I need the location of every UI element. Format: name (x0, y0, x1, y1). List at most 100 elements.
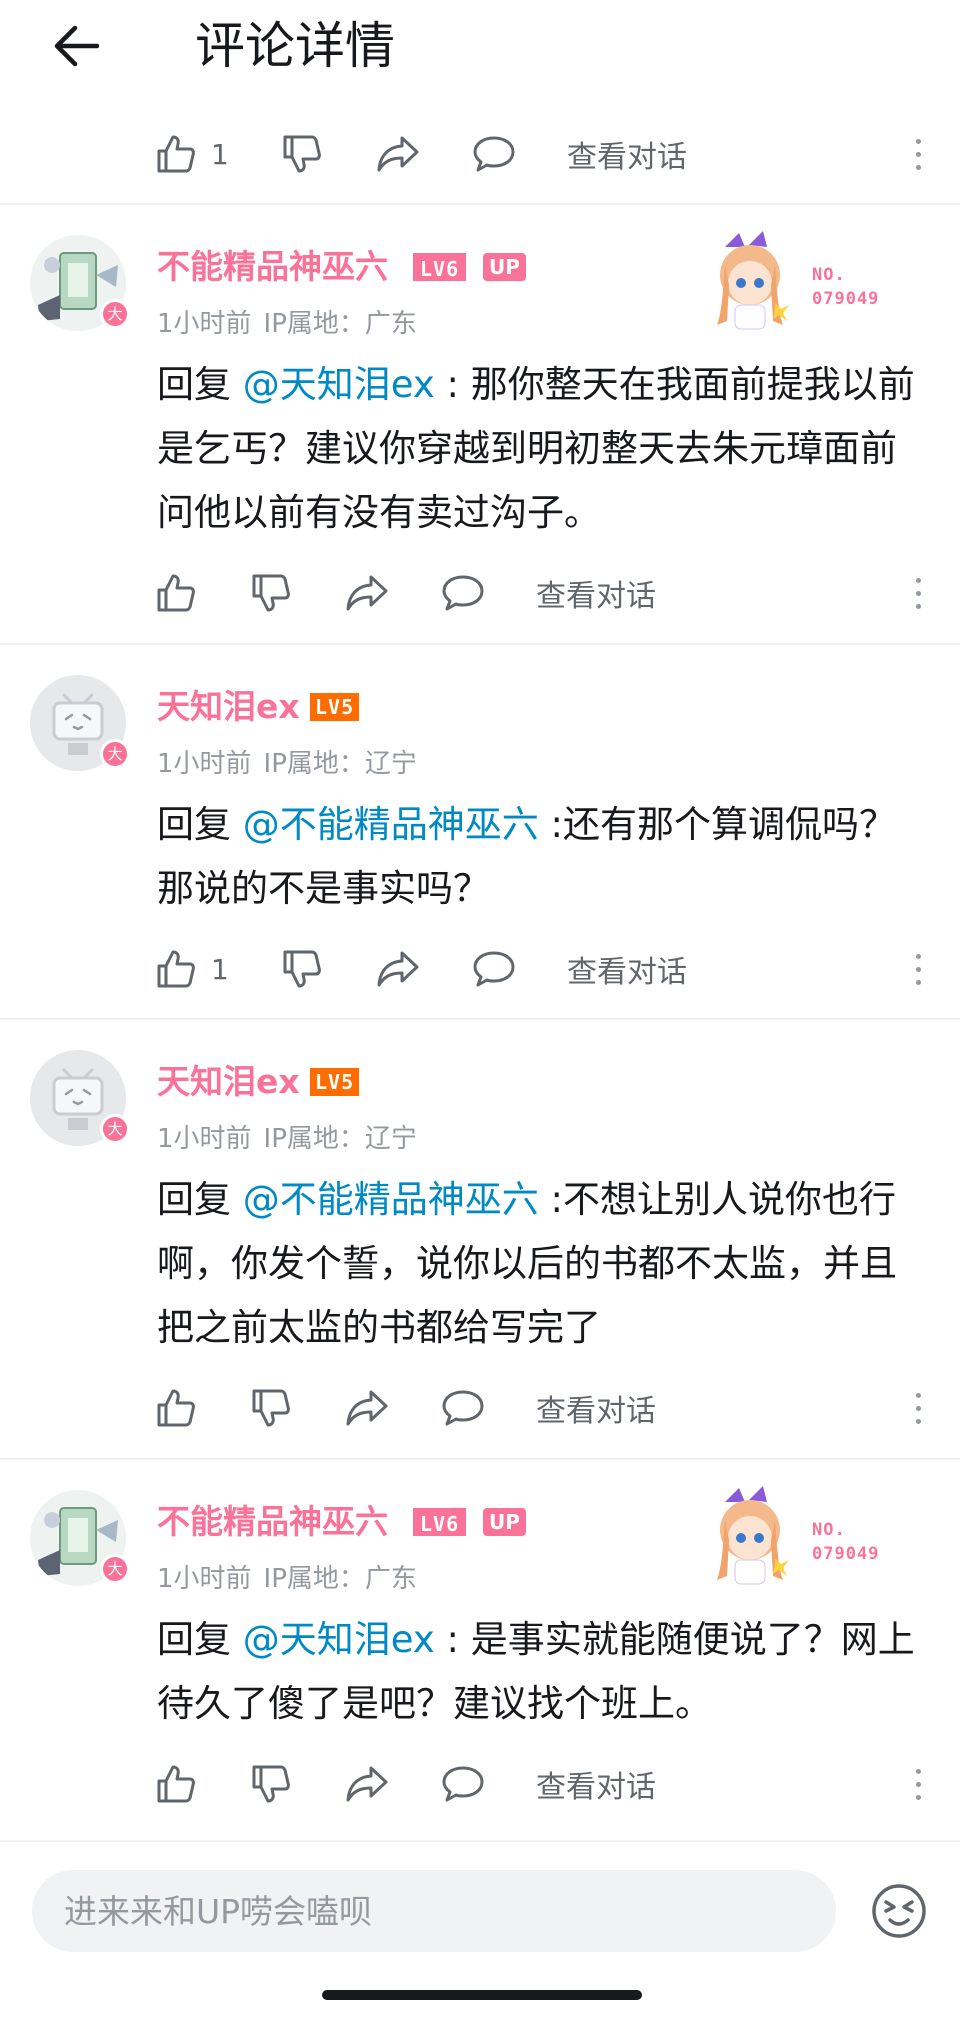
view-dialog-link[interactable]: 查看对话 (536, 1378, 656, 1438)
comment-bubble-icon (442, 575, 484, 611)
reply-button[interactable] (441, 1378, 485, 1438)
reply-button[interactable] (472, 124, 516, 184)
comment-meta: 1小时前 IP属地：广东 (157, 303, 429, 340)
dislike-button[interactable] (281, 939, 323, 999)
vip-badge: 大 (100, 299, 130, 329)
thumbs-up-icon (157, 135, 195, 173)
avatar[interactable]: 大 (30, 1050, 130, 1146)
thumbs-down-icon (283, 950, 321, 988)
thumbs-down-icon (283, 135, 321, 173)
reply-button[interactable] (441, 563, 485, 623)
vip-badge: 大 (100, 1554, 130, 1584)
timestamp: 1小时前 (157, 1124, 252, 1154)
ip-location: IP属地：广东 (263, 309, 417, 339)
more-dot (915, 979, 921, 985)
thumbs-down-icon (252, 1389, 290, 1427)
view-dialog-link[interactable]: 查看对话 (536, 1754, 656, 1814)
home-indicator[interactable] (322, 1990, 642, 2000)
like-count: 1 (211, 137, 229, 171)
up-tag: UP (483, 253, 526, 281)
back-button[interactable] (44, 18, 108, 74)
emoji-face-icon (872, 1884, 926, 1938)
share-icon (377, 136, 419, 172)
thumbs-up-icon (157, 574, 195, 612)
reply-input[interactable] (32, 1870, 836, 1952)
comment-text: 回复 @天知泪ex : 那你整天在我面前提我以前是乞丐？建议你穿越到明初整天去朱… (157, 353, 927, 545)
username[interactable]: 天知泪ex (157, 1060, 300, 1104)
mention-link[interactable]: @不能精品神巫六 (243, 803, 539, 846)
reply-input-bar (0, 1840, 960, 2017)
more-options-button[interactable] (906, 939, 930, 999)
avatar[interactable]: 大 (30, 1490, 130, 1586)
share-button[interactable] (345, 563, 389, 623)
avatar[interactable]: 大 (30, 675, 130, 771)
share-button[interactable] (345, 1754, 389, 1814)
timestamp: 1小时前 (157, 1564, 252, 1594)
share-button[interactable] (376, 939, 420, 999)
timestamp: 1小时前 (157, 749, 252, 779)
more-dot (915, 1794, 921, 1800)
comment-actions: 查看对话 (0, 1754, 960, 1814)
view-dialog-link[interactable]: 查看对话 (567, 939, 687, 999)
emoji-button[interactable] (870, 1882, 928, 1940)
more-dot (915, 1392, 921, 1398)
ip-location: IP属地：辽宁 (263, 1124, 417, 1154)
comment-item: 大 天知泪ex LV5 1小时前 IP属地：辽宁 回复 @不能精品神巫六 :还有那… (0, 645, 960, 1018)
view-dialog-link[interactable]: 查看对话 (567, 124, 687, 184)
dislike-button[interactable] (250, 1378, 292, 1438)
like-button[interactable]: 1 (155, 939, 229, 999)
avatar[interactable]: 大 (30, 235, 130, 331)
more-dot (915, 164, 921, 170)
dislike-button[interactable] (250, 1754, 292, 1814)
like-button[interactable] (155, 563, 211, 623)
fan-number-value: 079049 (812, 1544, 880, 1564)
up-tag: UP (483, 1508, 526, 1536)
fan-number-label: NO. (812, 1520, 846, 1540)
reply-button[interactable] (441, 1754, 485, 1814)
like-button[interactable] (155, 1754, 211, 1814)
more-dot (915, 1418, 921, 1424)
more-options-button[interactable] (906, 1378, 930, 1438)
share-button[interactable] (376, 124, 420, 184)
dislike-button[interactable] (281, 124, 323, 184)
more-dot (915, 966, 921, 972)
more-options-button[interactable] (906, 124, 930, 184)
view-dialog-link[interactable]: 查看对话 (536, 563, 656, 623)
dislike-button[interactable] (250, 563, 292, 623)
reply-button[interactable] (472, 939, 516, 999)
username[interactable]: 不能精品神巫六 (157, 1500, 388, 1544)
share-icon (377, 951, 419, 987)
share-icon (346, 1390, 388, 1426)
thumbs-up-icon (157, 1389, 195, 1427)
page-title: 评论详情 (195, 17, 395, 75)
share-icon (346, 1766, 388, 1802)
comment-bubble-icon (473, 951, 515, 987)
level-badge: LV6 (413, 253, 467, 281)
username[interactable]: 天知泪ex (157, 685, 300, 729)
more-dot (915, 1768, 921, 1774)
thumbs-up-icon (157, 1765, 195, 1803)
reply-prefix: 回复 (157, 803, 243, 846)
thumbs-down-icon (252, 574, 290, 612)
more-options-button[interactable] (906, 1754, 930, 1814)
top-bar: 评论详情 (0, 0, 960, 96)
like-button[interactable] (155, 1378, 211, 1438)
username[interactable]: 不能精品神巫六 (157, 245, 388, 289)
fan-number: NO. 079049 (812, 1518, 879, 1566)
root-comment-actions: 1 查看对话 (0, 124, 960, 184)
anime-girl-badge-image (717, 231, 789, 330)
more-options-button[interactable] (906, 563, 930, 623)
ip-location: IP属地：辽宁 (263, 749, 417, 779)
arrow-left-icon (54, 25, 99, 67)
mention-link[interactable]: @不能精品神巫六 (243, 1178, 539, 1221)
like-button[interactable]: 1 (155, 124, 229, 184)
like-count: 1 (211, 952, 229, 986)
comment-item: 大 不能精品神巫六 LV6 UP NO. 079049 1小时前 IP属地：广东 回… (0, 1460, 960, 1836)
mention-link[interactable]: @天知泪ex (243, 363, 435, 406)
reply-prefix: 回复 (157, 363, 243, 406)
mention-link[interactable]: @天知泪ex (243, 1618, 435, 1661)
share-button[interactable] (345, 1378, 389, 1438)
comment-item: 大 天知泪ex LV5 1小时前 IP属地：辽宁 回复 @不能精品神巫六 :不想让… (0, 1020, 960, 1458)
fan-number: NO. 079049 (812, 263, 879, 311)
level-badge: LV5 (310, 693, 360, 721)
